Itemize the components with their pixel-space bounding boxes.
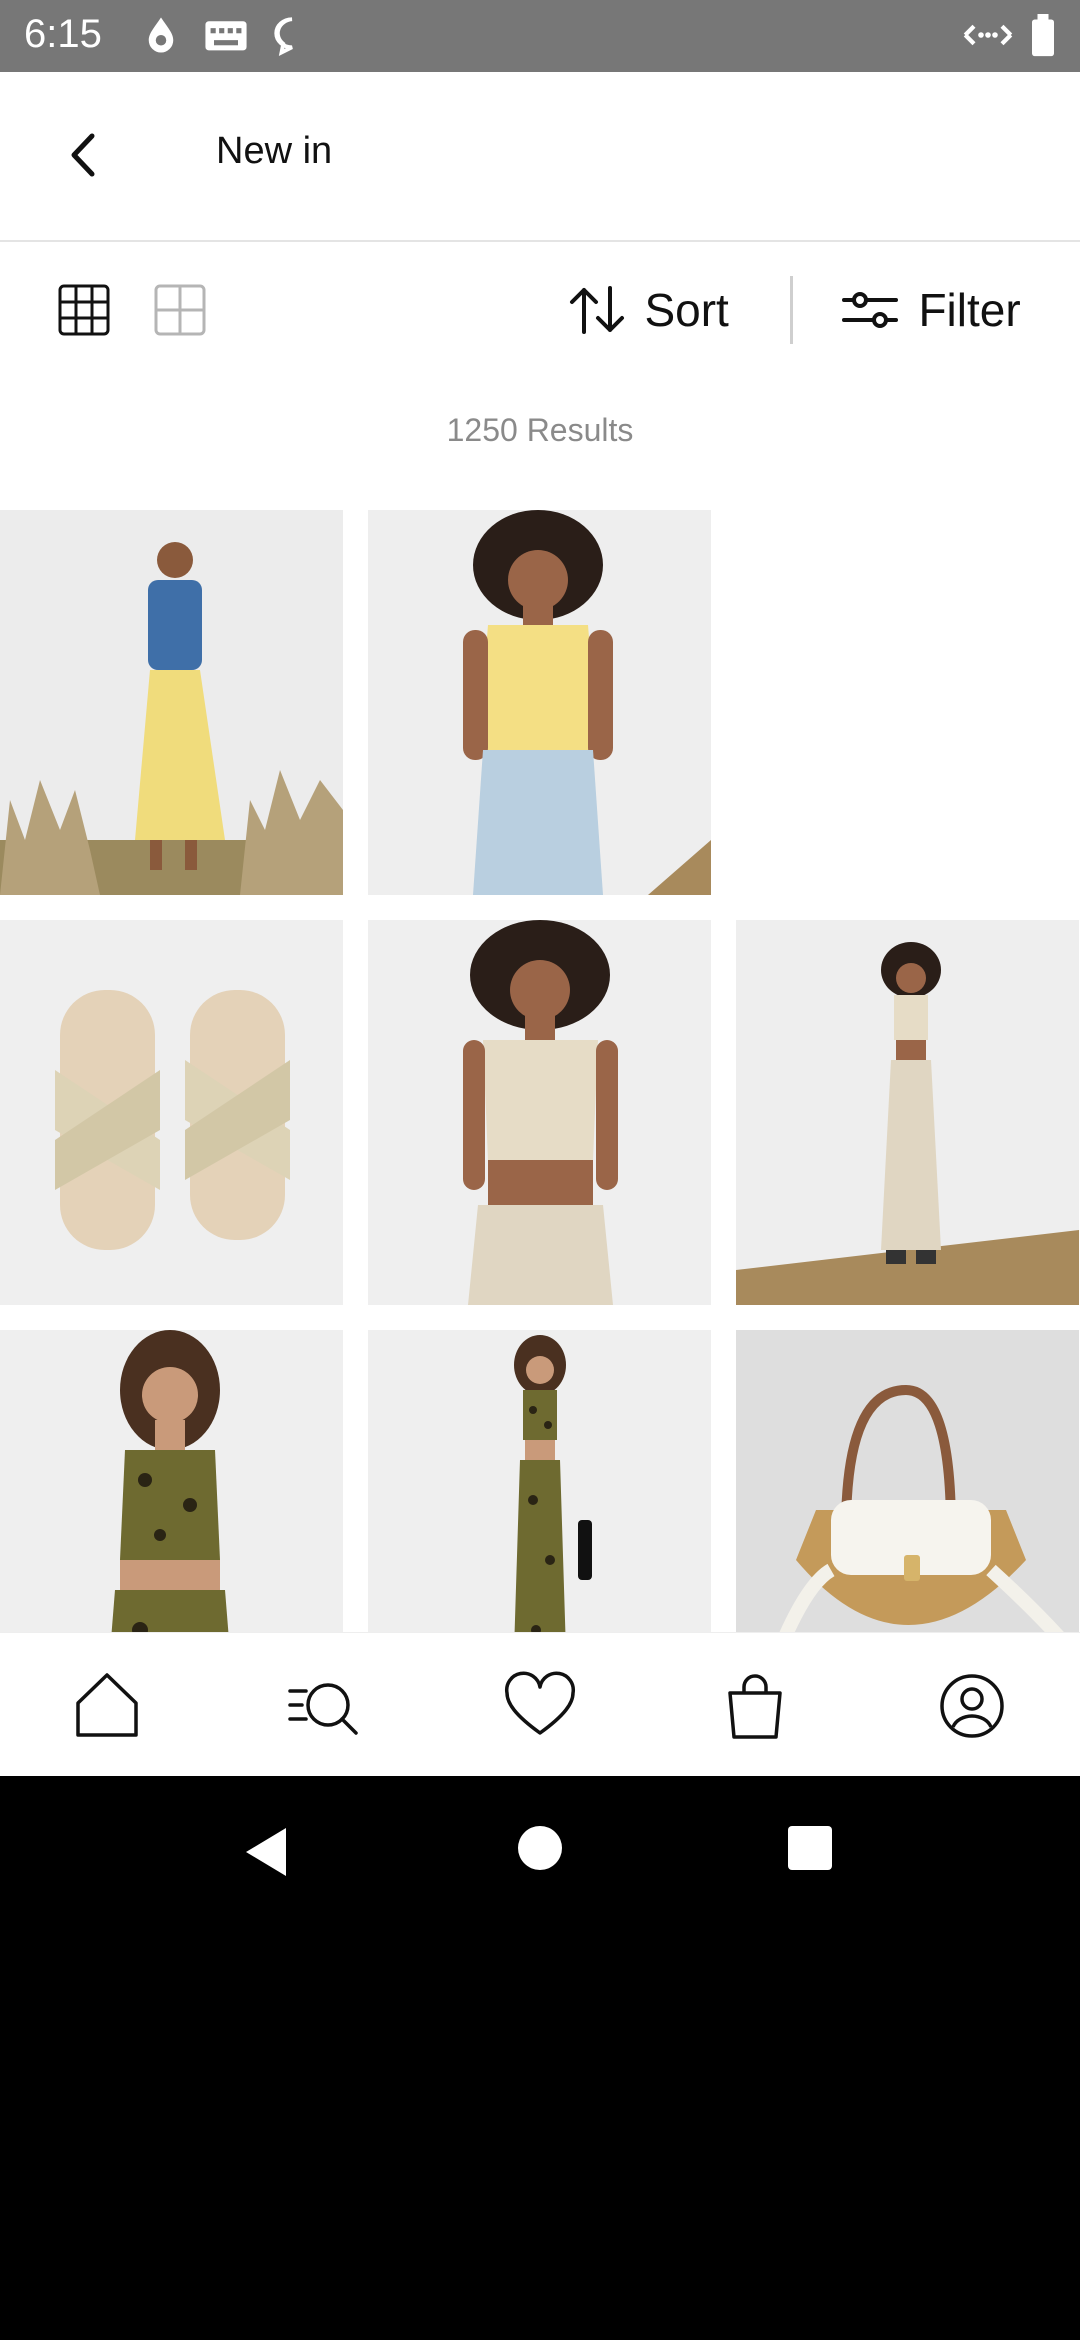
- product-image: [0, 1330, 343, 1632]
- product-card[interactable]: [0, 920, 343, 1305]
- product-image: [0, 920, 343, 1305]
- product-image: [368, 510, 711, 895]
- product-card[interactable]: [0, 510, 343, 895]
- search-icon[interactable]: [280, 1661, 370, 1751]
- battery-icon: [1032, 14, 1054, 57]
- account-icon[interactable]: [927, 1661, 1017, 1751]
- shopping-bag-icon[interactable]: [710, 1661, 800, 1751]
- results-count: 1250 Results: [446, 412, 634, 448]
- system-home-icon[interactable]: [516, 1824, 564, 1872]
- data-saver-icon: [963, 24, 1013, 46]
- keyboard-icon: [205, 21, 247, 51]
- page-title: New in: [216, 130, 333, 172]
- sort-label: Sort: [644, 284, 729, 336]
- sort-arrows-icon: [570, 286, 624, 334]
- home-icon[interactable]: [62, 1661, 152, 1751]
- product-card[interactable]: [368, 1330, 711, 1632]
- system-navigation-bar: [0, 1776, 1080, 2340]
- app-bar: New in: [0, 72, 1080, 242]
- product-card[interactable]: [0, 1330, 343, 1632]
- product-card[interactable]: [736, 1330, 1079, 1632]
- status-bar: 6:15: [0, 0, 1080, 72]
- sort-button[interactable]: Sort: [566, 280, 729, 344]
- filter-label: Filter: [918, 284, 1021, 336]
- toolbar-divider: [790, 276, 793, 344]
- product-image: [736, 920, 1079, 1305]
- bottom-navigation: [0, 1632, 1080, 1777]
- system-recents-icon[interactable]: [786, 1824, 834, 1872]
- drop-icon: [148, 17, 174, 53]
- product-image: [368, 1330, 711, 1632]
- system-back-icon[interactable]: [240, 1824, 292, 1880]
- heart-icon[interactable]: [495, 1661, 585, 1751]
- product-image: [736, 1330, 1079, 1632]
- product-card[interactable]: [368, 920, 711, 1305]
- product-image: [0, 510, 343, 895]
- grid-3-icon[interactable]: [58, 284, 110, 336]
- filter-button[interactable]: Filter: [840, 280, 1021, 344]
- chat-icon: [274, 17, 293, 56]
- status-time: 6:15: [24, 12, 102, 56]
- product-card[interactable]: [736, 920, 1079, 1305]
- filter-sliders-icon: [842, 292, 898, 328]
- product-grid: [0, 510, 1080, 1632]
- product-image: [368, 920, 711, 1305]
- back-icon[interactable]: [50, 120, 120, 190]
- results-count-row: 1250 Results: [0, 380, 1080, 510]
- listing-toolbar: Sort Filter: [0, 242, 1080, 380]
- grid-2-icon[interactable]: [154, 284, 206, 336]
- product-card[interactable]: [368, 510, 711, 895]
